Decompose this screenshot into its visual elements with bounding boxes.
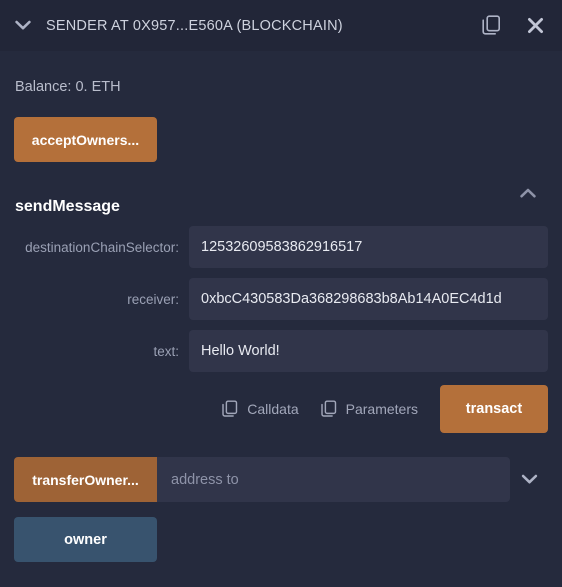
field-row-receiver: receiver:: [14, 278, 548, 320]
owner-row: owner: [14, 517, 548, 562]
receiver-input[interactable]: [189, 278, 548, 320]
send-message-actions: Calldata Parameters transact: [14, 385, 548, 433]
copy-parameters-button[interactable]: Parameters: [320, 400, 418, 418]
send-message-title: sendMessage: [15, 198, 120, 215]
calldata-label: Calldata: [247, 401, 299, 417]
balance-text: Balance: 0. ETH: [15, 79, 121, 95]
close-icon: [527, 18, 543, 33]
transfer-ownership-address-input[interactable]: [157, 457, 510, 502]
destination-chain-selector-input[interactable]: [189, 226, 548, 268]
copy-address-button[interactable]: [480, 15, 502, 37]
receiver-label: receiver:: [127, 291, 179, 307]
accept-ownership-button[interactable]: acceptOwners...: [14, 117, 157, 162]
parameters-label: Parameters: [345, 401, 418, 417]
copy-calldata-button[interactable]: Calldata: [222, 400, 299, 418]
page-title: SENDER AT 0X957...E560A (BLOCKCHAIN): [46, 17, 343, 34]
transact-button[interactable]: transact: [440, 385, 548, 433]
accept-ownership-row: acceptOwners...: [14, 117, 548, 162]
copy-icon: [222, 400, 238, 417]
transfer-ownership-expand-button[interactable]: [510, 457, 548, 502]
field-row-destination-chain-selector: destinationChainSelector:: [14, 226, 548, 268]
text-label: text:: [153, 343, 179, 359]
collapse-panel-button[interactable]: [12, 15, 34, 37]
chevron-down-icon: [521, 474, 537, 484]
close-panel-button[interactable]: [524, 15, 546, 37]
copy-icon: [320, 400, 336, 417]
transfer-ownership-button[interactable]: transferOwner...: [14, 457, 157, 502]
panel-header: SENDER AT 0X957...E560A (BLOCKCHAIN): [0, 0, 562, 51]
send-message-collapse-button[interactable]: [517, 182, 539, 204]
copy-icon: [481, 15, 500, 35]
owner-button[interactable]: owner: [14, 517, 157, 562]
transfer-ownership-row: transferOwner...: [14, 457, 548, 502]
chevron-up-icon: [520, 188, 536, 197]
destination-chain-selector-label: destinationChainSelector:: [25, 239, 179, 255]
field-row-text: text:: [14, 330, 548, 372]
text-input[interactable]: [189, 330, 548, 372]
send-message-header[interactable]: sendMessage: [14, 188, 548, 216]
header-actions: [480, 15, 546, 37]
chevron-down-icon: [15, 20, 31, 30]
panel-body: Balance: 0. ETH acceptOwners... sendMess…: [0, 79, 562, 562]
